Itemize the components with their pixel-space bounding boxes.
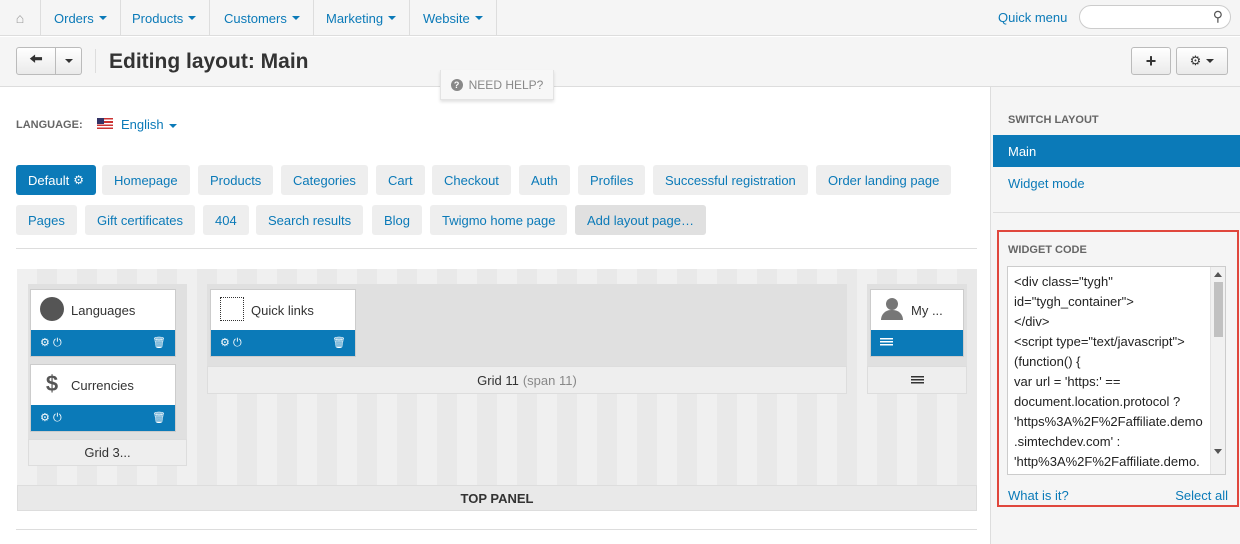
add-button[interactable]: + <box>1131 47 1171 75</box>
add-layout-page-button[interactable]: Add layout page… <box>575 205 706 235</box>
tab-homepage[interactable]: Homepage <box>102 165 190 195</box>
tab-cart[interactable]: Cart <box>376 165 425 195</box>
switch-layout-heading: SWITCH LAYOUT <box>1008 114 1099 126</box>
divider <box>993 212 1240 213</box>
grid-right-label <box>867 366 967 394</box>
lines-icon[interactable] <box>910 375 924 385</box>
arrow-left-icon: 🠨 <box>29 50 43 68</box>
trash-icon[interactable]: 🗑 <box>332 336 346 349</box>
grid-3-label: Grid 3... <box>28 439 187 466</box>
menu-products[interactable]: Products <box>119 0 211 36</box>
tab-successful-registration[interactable]: Successful registration <box>653 165 808 195</box>
scrollbar[interactable] <box>1210 267 1225 474</box>
home-icon[interactable]: ⌂ <box>0 0 41 36</box>
tab-twigmo-home-page[interactable]: Twigmo home page <box>430 205 568 235</box>
user-icon <box>880 297 904 321</box>
need-help-button[interactable]: ? NEED HELP? <box>440 70 554 100</box>
tab-profiles[interactable]: Profiles <box>578 165 646 195</box>
scrollbar-thumb[interactable] <box>1214 282 1223 337</box>
scroll-up-icon[interactable] <box>1214 272 1222 277</box>
search-icon[interactable]: ⚲ <box>1213 8 1223 25</box>
back-button-group: 🠨 <box>16 47 82 75</box>
tab-categories[interactable]: Categories <box>281 165 368 195</box>
us-flag-icon <box>97 118 113 129</box>
gear-icon[interactable]: ⚙ <box>40 412 50 424</box>
block-languages[interactable]: Languages ⚙ ⏻ 🗑 <box>30 289 176 357</box>
lines-icon[interactable] <box>880 338 893 347</box>
grid-11-label: Grid 11 (span 11) <box>207 366 847 394</box>
caret-down-icon <box>64 59 73 63</box>
tab-404[interactable]: 404 <box>203 205 249 235</box>
gear-icon[interactable]: ⚙ <box>40 337 50 349</box>
power-icon[interactable]: ⏻ <box>53 337 62 349</box>
tab-gift-certificates[interactable]: Gift certificates <box>85 205 195 235</box>
caret-down-icon <box>98 16 107 20</box>
block-toolbar: ⚙ ⏻ 🗑 <box>211 330 355 356</box>
block-toolbar: ⚙ ⏻ 🗑 <box>31 330 175 356</box>
menu-orders[interactable]: Orders <box>41 0 121 36</box>
back-button[interactable]: 🠨 <box>16 47 56 75</box>
search-input[interactable]: ⚲ <box>1079 5 1231 29</box>
top-panel[interactable]: TOP PANEL <box>17 485 977 511</box>
caret-down-icon <box>388 16 397 20</box>
tab-auth[interactable]: Auth <box>519 165 570 195</box>
menu-customers[interactable]: Customers <box>211 0 314 36</box>
language-selector[interactable]: English <box>121 117 177 132</box>
scroll-down-icon[interactable] <box>1214 449 1222 454</box>
block-toolbar <box>871 330 963 356</box>
language-label: LANGUAGE: <box>16 119 83 131</box>
tab-pages[interactable]: Pages <box>16 205 77 235</box>
divider <box>16 529 977 530</box>
back-dropdown-button[interactable] <box>56 47 82 75</box>
block-my-account[interactable]: My ... <box>870 289 964 357</box>
caret-down-icon <box>168 123 177 128</box>
gear-icon: ⚙ <box>1189 53 1202 68</box>
caret-down-icon <box>474 16 483 20</box>
gear-icon[interactable]: ⚙ <box>220 337 230 349</box>
divider <box>95 49 96 73</box>
page-title: Editing layout: Main <box>109 50 309 73</box>
block-quick-links[interactable]: Quick links ⚙ ⏻ 🗑 <box>210 289 356 357</box>
question-icon: ? <box>450 78 463 91</box>
power-icon[interactable]: ⏻ <box>233 337 242 349</box>
trash-icon[interactable]: 🗑 <box>152 411 166 424</box>
block-toolbar: ⚙ ⏻ 🗑 <box>31 405 175 431</box>
page-header: 🠨 Editing layout: Main + ⚙ <box>0 37 1240 87</box>
divider <box>16 248 977 249</box>
trash-icon[interactable]: 🗑 <box>152 336 166 349</box>
settings-dropdown-button[interactable]: ⚙ <box>1176 47 1228 75</box>
right-sidebar: SWITCH LAYOUT Main Widget mode WIDGET CO… <box>990 87 1240 544</box>
power-icon[interactable]: ⏻ <box>53 412 62 424</box>
empty-block-icon <box>220 297 244 321</box>
tab-blog[interactable]: Blog <box>372 205 423 235</box>
block-currencies[interactable]: $ Currencies ⚙ ⏻ 🗑 <box>30 364 176 432</box>
tab-checkout[interactable]: Checkout <box>432 165 511 195</box>
plus-icon: + <box>1145 50 1157 71</box>
sidebar-item-widget-mode[interactable]: Widget mode <box>993 167 1240 199</box>
sidebar-item-main[interactable]: Main <box>993 135 1240 167</box>
select-all-link[interactable]: Select all <box>1175 488 1228 503</box>
menu-marketing[interactable]: Marketing <box>313 0 411 36</box>
tab-order-landing-page[interactable]: Order landing page <box>816 165 952 195</box>
menu-website[interactable]: Website <box>410 0 497 36</box>
globe-icon <box>40 297 64 321</box>
caret-down-icon <box>291 16 300 20</box>
what-is-it-link[interactable]: What is it? <box>1008 488 1069 503</box>
tab-search-results[interactable]: Search results <box>256 205 364 235</box>
quick-menu-link[interactable]: Quick menu <box>998 10 1067 25</box>
caret-down-icon <box>188 16 197 20</box>
dollar-icon: $ <box>45 371 59 396</box>
caret-down-icon <box>1206 59 1215 63</box>
widget-code-textarea[interactable]: <div class="tygh" id="tygh_container"> <… <box>1007 266 1226 475</box>
widget-code-heading: WIDGET CODE <box>1008 244 1087 256</box>
tab-default[interactable]: Default ⚙ <box>16 165 96 195</box>
top-navigation: ⌂ Orders Products Customers Marketing We… <box>0 0 1240 36</box>
tab-products[interactable]: Products <box>198 165 274 195</box>
gear-icon[interactable]: ⚙ <box>73 173 84 187</box>
